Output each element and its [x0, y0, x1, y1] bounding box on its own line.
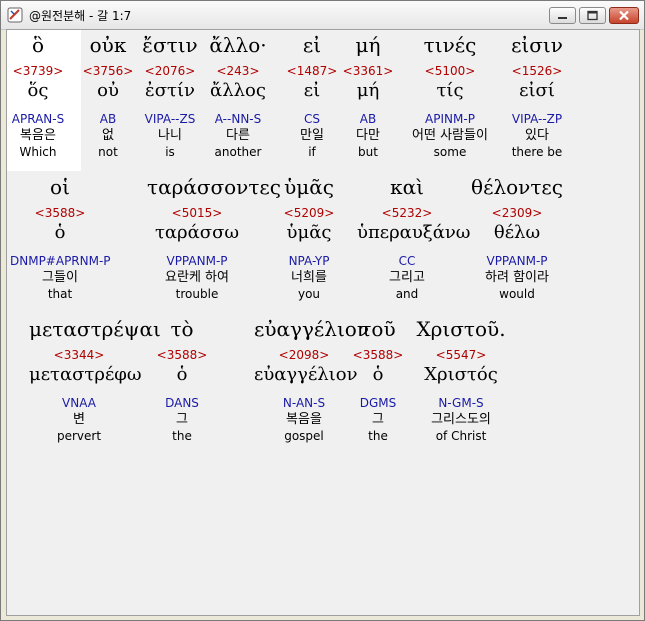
- english-gloss: there be: [511, 145, 563, 159]
- strong-number: <5015>: [171, 206, 223, 220]
- korean-gloss: 너희를: [291, 270, 327, 285]
- strong-number: <5209>: [283, 206, 335, 220]
- minimize-button[interactable]: [549, 7, 576, 24]
- maximize-button[interactable]: [579, 7, 606, 24]
- korean-gloss: 어떤 사람들이: [412, 128, 488, 143]
- word-cell[interactable]: τὸ <3588> ὁ DANS 그 the: [132, 316, 232, 444]
- strong-number: <3588>: [156, 348, 208, 362]
- morphology-code: VPPANM-P: [166, 254, 228, 268]
- strong-number: <5547>: [435, 348, 487, 362]
- english-gloss: of Christ: [435, 429, 487, 443]
- word-cell[interactable]: μεταστρέψαι <3344> μεταστρέφω VNAA 변 pervert: [29, 316, 161, 444]
- morphology-code: DNMP#APRNM-P: [10, 254, 111, 268]
- greek-word: μεταστρέψαι: [29, 317, 161, 341]
- word-cell[interactable]: ὑμᾶς <5209> ὑμᾶς NPA-YP 너희를 you: [259, 174, 359, 302]
- title-bar[interactable]: @원전분해 - 갈 1:7: [1, 1, 644, 30]
- greek-word: καὶ: [390, 175, 424, 199]
- strong-number: <3588>: [34, 206, 86, 220]
- morphology-code: NPA-YP: [288, 254, 330, 268]
- minimize-icon: [558, 17, 567, 19]
- greek-word: τινές: [423, 33, 477, 57]
- korean-gloss: 있다: [525, 128, 549, 143]
- word-cell[interactable]: ταράσσοντες <5015> ταράσσω VPPANM-P 요란케 하여 tr…: [147, 174, 281, 302]
- lemma: ταράσσω: [154, 222, 240, 243]
- interlinear-panel[interactable]: ὃ <3739> ὅς APRAN-S 복음은 Which οὐκ <3756> οὐ AB 없 no…: [6, 29, 640, 616]
- word-cell[interactable]: τινές <5100> τίς APINM-P 어떤 사람들이 some: [400, 32, 500, 160]
- lemma: θέλω: [493, 222, 541, 243]
- lemma: μεταστρέφω: [29, 364, 142, 385]
- word-cell[interactable]: εἰσιν <1526> εἰσί VIPA--ZP 있다 there be: [487, 32, 587, 160]
- greek-word: Χριστοῦ.: [416, 317, 506, 341]
- word-cell[interactable]: Χριστοῦ. <5547> Χριστός N-GM-S 그리스도의 of Chris…: [411, 316, 511, 444]
- lemma: Χριστός: [424, 364, 498, 385]
- lemma: ὁ: [176, 364, 188, 385]
- greek-word: ὑμᾶς: [284, 175, 334, 199]
- lemma: τίς: [436, 80, 464, 101]
- morphology-code: VIPA--ZP: [511, 112, 563, 126]
- window-title: @원전분해 - 갈 1:7: [29, 9, 132, 23]
- word-cell[interactable]: θέλοντες <2309> θέλω VPPANM-P 하려 함이라 would: [467, 174, 567, 302]
- strong-number: <5232>: [381, 206, 433, 220]
- word-cell[interactable]: οἱ <3588> ὁ DNMP#APRNM-P 그들이 that: [10, 174, 111, 302]
- close-icon: [619, 10, 629, 21]
- korean-gloss: 그리고: [389, 270, 425, 285]
- strong-number: <2309>: [491, 206, 543, 220]
- morphology-code: VNAA: [62, 396, 96, 410]
- morphology-code: CC: [398, 254, 416, 268]
- korean-gloss: 요란케 하여: [165, 270, 229, 285]
- greek-word: τὸ: [170, 317, 194, 341]
- english-gloss: some: [433, 145, 467, 159]
- maximize-icon: [587, 10, 598, 21]
- korean-gloss: 그리스도의: [431, 412, 491, 427]
- english-gloss: would: [499, 287, 535, 301]
- english-gloss: you: [297, 287, 321, 301]
- strong-number: <1526>: [511, 64, 563, 78]
- english-gloss: and: [395, 287, 419, 301]
- strong-number: <5100>: [424, 64, 476, 78]
- korean-gloss: 하려 함이라: [485, 270, 549, 285]
- korean-gloss: 그: [176, 412, 188, 427]
- english-gloss: that: [47, 287, 73, 301]
- morphology-code: APINM-P: [425, 112, 475, 126]
- lemma: ὑμᾶς: [286, 222, 332, 243]
- english-gloss: the: [172, 429, 192, 443]
- morphology-code: VPPANM-P: [486, 254, 548, 268]
- lemma: ὁ: [54, 222, 66, 243]
- lemma: εἰσί: [519, 80, 555, 101]
- lemma: ὑπεραυξάνω: [357, 222, 471, 243]
- greek-word: οἱ: [50, 175, 70, 199]
- greek-word: θέλοντες: [471, 175, 563, 199]
- morphology-code: DANS: [165, 396, 199, 410]
- greek-word: ταράσσοντες: [147, 175, 281, 199]
- korean-gloss: 그들이: [42, 270, 78, 285]
- strong-number: <3344>: [53, 348, 105, 362]
- english-gloss: pervert: [56, 429, 102, 443]
- korean-gloss: 변: [73, 412, 85, 427]
- close-button[interactable]: [609, 7, 639, 24]
- app-icon: [7, 7, 23, 23]
- morphology-code: N-GM-S: [438, 396, 484, 410]
- english-gloss: trouble: [175, 287, 219, 301]
- word-cell[interactable]: καὶ <5232> ὑπεραυξάνω CC 그리고 and: [357, 174, 471, 302]
- greek-word: εἰσιν: [511, 33, 563, 57]
- app-window: @원전분해 - 갈 1:7 ὃ <3739> ὅς APRAN-S 복음은 Which οὐ…: [0, 0, 645, 621]
